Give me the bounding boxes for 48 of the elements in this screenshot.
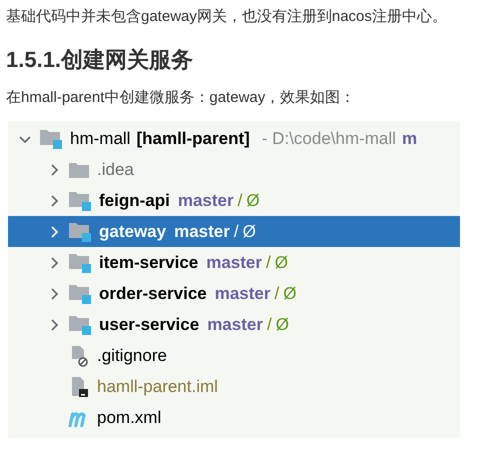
tree-row[interactable]: gateway master / Ø [8,216,460,247]
module-name: [hamll-parent] [136,128,250,150]
separator: / [266,252,271,274]
tree-row[interactable]: .gitignore [8,340,460,371]
branch-name: master [174,220,230,243]
module-folder-icon [39,128,63,150]
branch-name: m [402,128,418,150]
vcs-status: Ø [276,314,289,336]
module-folder-icon [68,282,92,304]
branch-name: master [178,190,234,212]
file-name: item-service [99,252,198,274]
vcs-status: Ø [242,220,256,243]
vcs-status: Ø [283,282,296,305]
tree-row[interactable]: .idea [8,154,460,185]
file-name: hamll-parent.iml [97,376,218,398]
tree-row[interactable]: user-service master / Ø [8,309,460,340]
vcs-status: Ø [274,252,288,274]
tree-row[interactable]: pom.xml [8,402,460,433]
separator: / [274,282,280,305]
section-heading: 1.5.1.创建网关服务 [5,46,194,74]
file-name: feign-api [99,190,170,212]
module-folder-icon [68,190,92,212]
module-folder-icon [68,252,92,274]
file-name: user-service [99,314,200,336]
vcs-status: Ø [246,190,260,212]
folder-icon [68,160,90,178]
module-folder-icon [68,314,92,336]
project-name: hm-mall [70,128,130,150]
intro-paragraph: 基础代码中并未包含gateway网关，也没有注册到nacos注册中心。 [5,7,448,27]
separator: / [266,314,272,336]
file-name: order-service [99,282,207,305]
file-name: pom.xml [97,406,162,429]
tree-row[interactable]: order-service master / Ø [8,278,460,309]
file-name: gateway [99,220,166,243]
tree-row[interactable]: hamll-parent.iml [8,371,460,402]
module-folder-icon [68,220,92,242]
tree-row[interactable]: feign-api master / Ø [8,185,460,216]
separator: / [234,220,239,243]
branch-name: master [214,282,270,305]
tree-row[interactable]: item-service master / Ø [8,247,460,278]
branch-name: master [207,314,263,336]
project-path: - D:\code\hm-mall [262,128,396,150]
file-name: .idea [97,158,134,181]
separator: / [238,190,242,212]
branch-name: master [206,252,262,274]
tree-row[interactable]: hm-mall [hamll-parent] - D:\code\hm-mall m [8,123,460,154]
file-name: .gitignore [97,344,167,367]
caption-paragraph: 在hmall-parent中创建微服务：gateway，效果如图： [5,88,356,108]
